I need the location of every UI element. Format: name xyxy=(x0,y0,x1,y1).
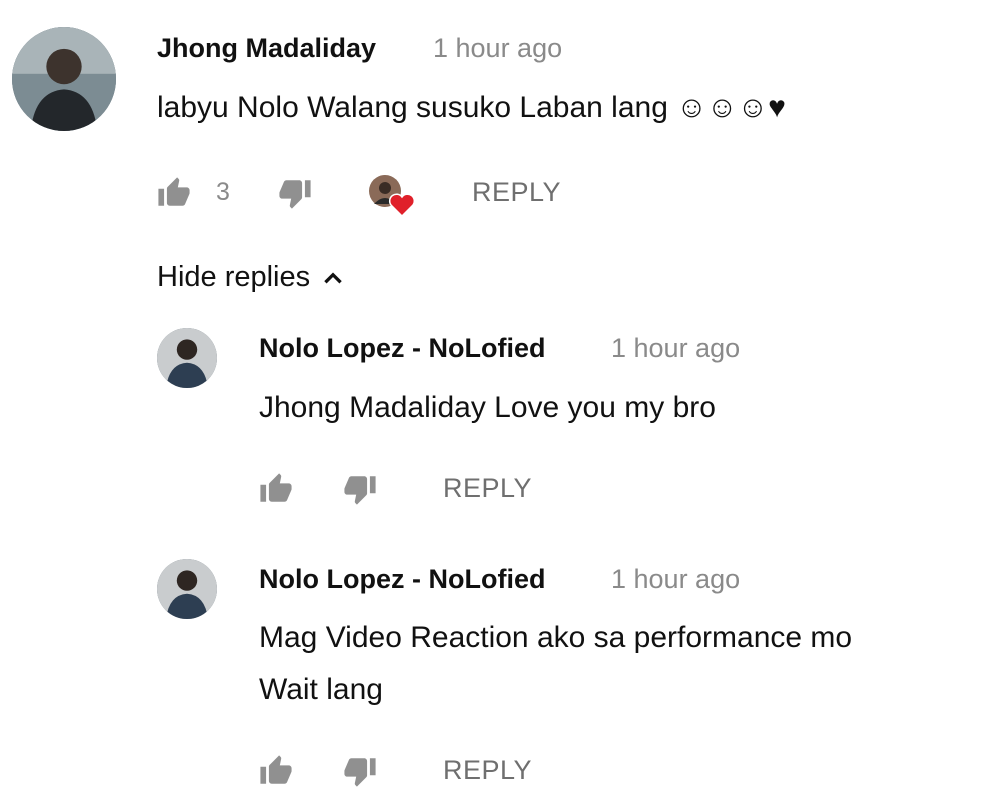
chevron-up-icon xyxy=(320,265,346,291)
reply-text-line-1: Mag Video Reaction ako sa performance mo xyxy=(259,621,853,654)
thumbs-down-icon[interactable] xyxy=(343,754,377,788)
reply-timestamp[interactable]: 1 hour ago xyxy=(611,333,740,364)
commenter-avatar[interactable] xyxy=(12,27,116,131)
reply-avatar[interactable] xyxy=(157,559,217,619)
thumbs-up-icon[interactable] xyxy=(259,754,293,788)
thumbs-up-icon[interactable] xyxy=(259,472,293,506)
reply-text-line-2: Wait lang xyxy=(259,673,383,706)
reply-author[interactable]: Nolo Lopez - NoLofied xyxy=(259,564,545,595)
hide-replies-label: Hide replies xyxy=(157,261,311,293)
reply-button[interactable]: REPLY xyxy=(472,177,561,208)
hide-replies-button[interactable]: Hide replies xyxy=(157,261,346,294)
thumbs-down-icon[interactable] xyxy=(278,176,312,210)
reply-button[interactable]: REPLY xyxy=(443,755,532,786)
comment-author[interactable]: Jhong Madaliday xyxy=(157,33,376,64)
comment-text: labyu Nolo Walang susuko Laban lang ☺☺☺♥ xyxy=(157,91,786,124)
reply-author[interactable]: Nolo Lopez - NoLofied xyxy=(259,333,545,364)
reply-text: Jhong Madaliday Love you my bro xyxy=(259,391,716,424)
thumbs-up-icon[interactable] xyxy=(157,176,191,210)
like-count: 3 xyxy=(216,178,230,206)
comment-timestamp[interactable]: 1 hour ago xyxy=(433,33,562,64)
reply-avatar[interactable] xyxy=(157,328,217,388)
thumbs-down-icon[interactable] xyxy=(343,472,377,506)
creator-heart-icon xyxy=(366,170,416,220)
reply-button[interactable]: REPLY xyxy=(443,473,532,504)
reply-timestamp[interactable]: 1 hour ago xyxy=(611,564,740,595)
